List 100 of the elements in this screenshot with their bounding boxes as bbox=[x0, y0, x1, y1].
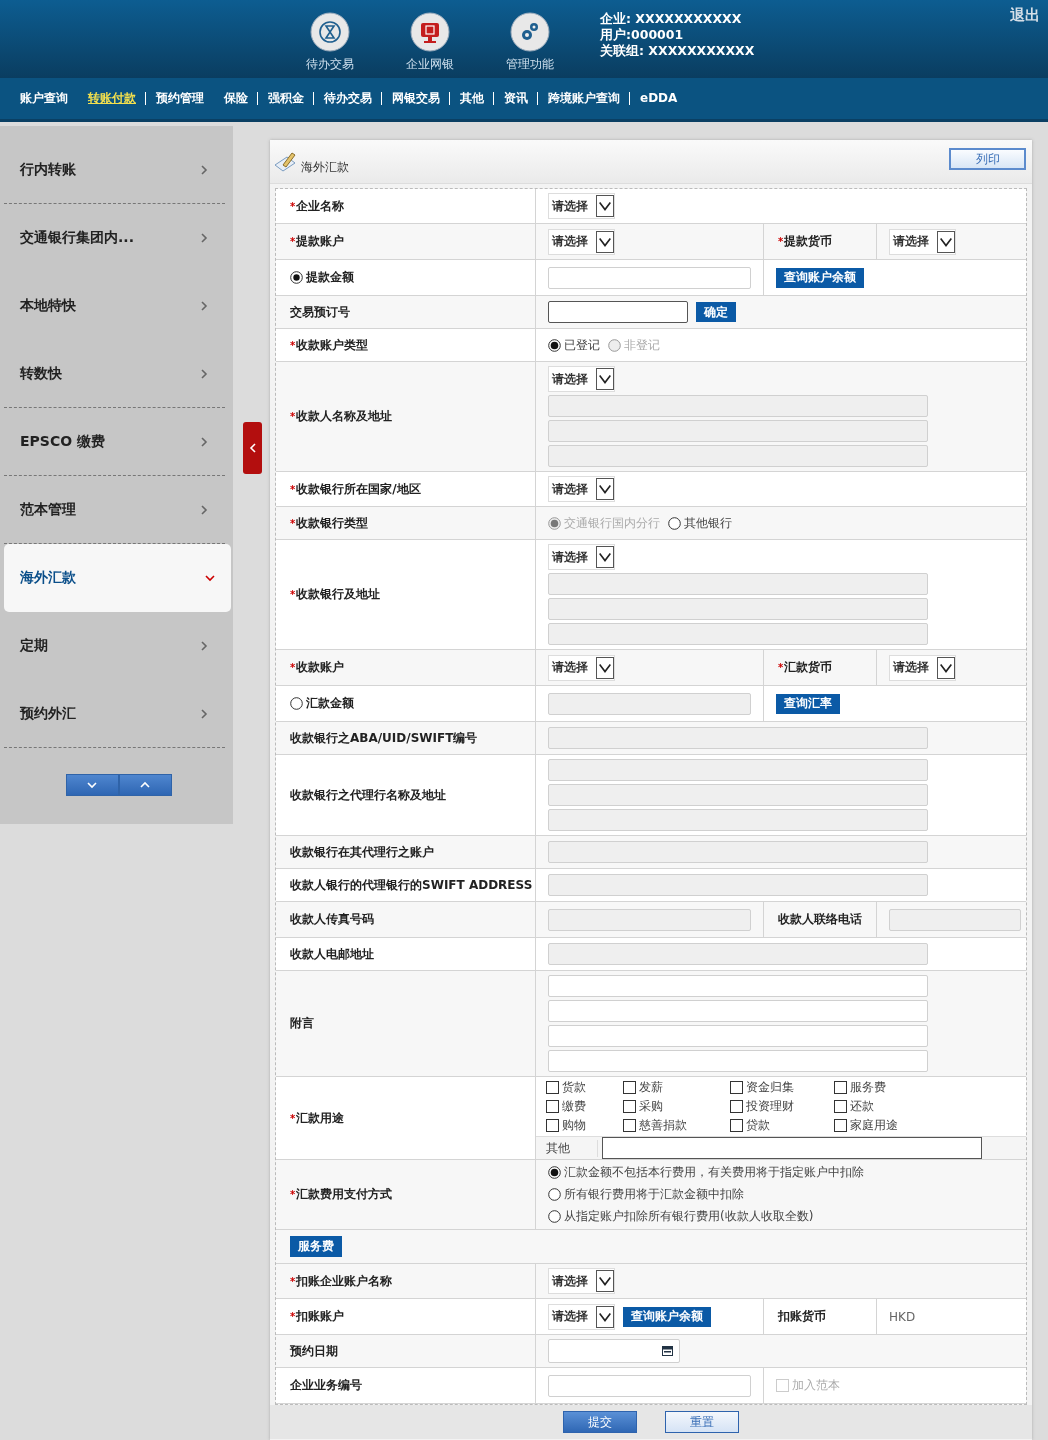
nav-link[interactable]: 保险 bbox=[220, 92, 258, 105]
checkbox-option[interactable]: 购物 bbox=[546, 1117, 623, 1134]
chevron-icon bbox=[247, 443, 258, 453]
caret-icon bbox=[596, 368, 614, 390]
radio-option[interactable]: 其他银行 bbox=[668, 514, 732, 532]
radio-option[interactable]: 所有银行费用将于汇款金额中扣除 bbox=[548, 1186, 744, 1203]
user-info: 企业: XXXXXXXXXXX bbox=[600, 11, 743, 27]
required-mark: * bbox=[290, 662, 296, 673]
checkbox-option[interactable]: 缴费 bbox=[546, 1098, 623, 1115]
field-label: 汇款货币 bbox=[784, 659, 833, 676]
select-dropdown[interactable]: 请选择 bbox=[548, 193, 615, 219]
nav-link[interactable]: 账户查询 bbox=[16, 92, 78, 105]
query-button[interactable]: 确定 bbox=[696, 302, 736, 322]
select-dropdown[interactable]: 请选择 bbox=[889, 228, 956, 255]
pencil-icon bbox=[273, 150, 297, 173]
sidebar-item[interactable]: 定期 bbox=[4, 612, 225, 680]
sidebar-item[interactable]: 交通银行集团内... bbox=[4, 204, 225, 272]
caret-icon bbox=[596, 1270, 614, 1292]
gears-icon bbox=[510, 12, 550, 52]
required-mark: * bbox=[290, 517, 296, 529]
field-label: 汇款金额 bbox=[306, 695, 354, 712]
query-button[interactable]: 查询汇率 bbox=[776, 693, 840, 714]
field-label: 收款银行及地址 bbox=[296, 586, 381, 603]
submit-button[interactable]: 提交 bbox=[563, 1411, 637, 1433]
field-label: 收款账户 bbox=[296, 659, 345, 676]
nav-link[interactable]: 预约管理 bbox=[152, 92, 214, 105]
collapse-button[interactable] bbox=[243, 422, 262, 474]
nav-link[interactable]: 强积金 bbox=[264, 92, 314, 105]
calendar-icon bbox=[662, 1346, 673, 1356]
caret-icon bbox=[596, 195, 614, 217]
scroll-down-button[interactable] bbox=[65, 774, 119, 796]
logout-link[interactable]: 退出 bbox=[1010, 6, 1040, 25]
select-dropdown[interactable]: 请选择 bbox=[548, 654, 615, 681]
required-mark: * bbox=[778, 662, 784, 673]
select-dropdown[interactable]: 请选择 bbox=[548, 544, 615, 570]
radio-option[interactable]: 汇款金额不包括本行费用，有关费用将于指定账户中扣除 bbox=[548, 1164, 864, 1181]
select-dropdown[interactable]: 请选择 bbox=[889, 654, 956, 681]
field-label: 预约日期 bbox=[290, 1342, 338, 1360]
hourglass-icon bbox=[310, 12, 350, 52]
caret-icon bbox=[596, 656, 614, 679]
required-mark: * bbox=[290, 236, 296, 247]
field-label: 企业名称 bbox=[296, 197, 345, 215]
user-info: 关联组: XXXXXXXXXXX bbox=[600, 43, 755, 59]
checkbox-option[interactable]: 发薪 bbox=[623, 1079, 730, 1096]
caret-icon bbox=[596, 478, 614, 500]
checkbox-option[interactable]: 货款 bbox=[546, 1079, 623, 1096]
sidebar-item[interactable]: 预约外汇 bbox=[4, 680, 225, 748]
scroll-up-button[interactable] bbox=[118, 774, 172, 796]
checkbox-option[interactable]: 慈善捐款 bbox=[623, 1117, 730, 1134]
field-label: 汇款用途 bbox=[296, 1109, 345, 1127]
app-shortcut[interactable]: 管理功能 bbox=[480, 0, 580, 73]
monitor-icon bbox=[410, 12, 450, 52]
field-label: 收款银行在其代理行之账户 bbox=[290, 843, 434, 861]
app-shortcut[interactable]: 待办交易 bbox=[280, 0, 380, 73]
sidebar-item[interactable]: EPSCO 缴费 bbox=[4, 408, 225, 476]
nav-link[interactable]: 待办交易 bbox=[320, 92, 382, 105]
checkbox-option[interactable]: 还款 bbox=[834, 1098, 934, 1115]
radio-icon[interactable] bbox=[290, 697, 303, 710]
select-dropdown[interactable]: 请选择 bbox=[548, 476, 615, 502]
nav-link[interactable]: 资讯 bbox=[500, 92, 538, 105]
field-label: 交易预订号 bbox=[290, 303, 350, 321]
nav-link[interactable]: eDDA bbox=[636, 92, 688, 105]
print-button[interactable]: 列印 bbox=[949, 147, 1026, 170]
radio-option[interactable]: 从指定账户扣除所有银行费用(收款人收取全数) bbox=[548, 1208, 814, 1225]
field-label: 收款银行类型 bbox=[296, 514, 369, 532]
query-button[interactable]: 查询账户余额 bbox=[776, 267, 864, 288]
app-shortcut[interactable]: 企业网银 bbox=[380, 0, 480, 73]
chevron-icon bbox=[140, 780, 150, 790]
radio-icon[interactable] bbox=[290, 271, 303, 284]
text-field[interactable] bbox=[548, 301, 688, 323]
text-field[interactable] bbox=[602, 1137, 982, 1159]
sidebar-item[interactable]: 转数快 bbox=[4, 340, 225, 408]
checkbox-option[interactable]: 采购 bbox=[623, 1098, 730, 1115]
chevron-icon bbox=[199, 164, 209, 175]
nav-link[interactable]: 转账付款 bbox=[84, 92, 146, 105]
date-field[interactable] bbox=[548, 1339, 680, 1363]
field-label: 提款货币 bbox=[784, 233, 833, 250]
checkbox-option[interactable]: 家庭用途 bbox=[834, 1117, 934, 1134]
sidebar-item[interactable]: 行内转账 bbox=[4, 136, 225, 204]
radio-option[interactable]: 已登记 bbox=[548, 336, 600, 354]
required-mark: * bbox=[290, 411, 296, 422]
checkbox-option[interactable]: 服务费 bbox=[834, 1079, 934, 1096]
reset-button[interactable]: 重置 bbox=[665, 1411, 739, 1433]
nav-link[interactable]: 跨境账户查询 bbox=[544, 92, 630, 105]
field-label: 收款人联络电话 bbox=[778, 911, 862, 928]
select-dropdown[interactable]: 请选择 bbox=[548, 1268, 615, 1294]
checkbox-option[interactable]: 投资理财 bbox=[730, 1098, 834, 1115]
nav-link[interactable]: 其他 bbox=[456, 92, 494, 105]
checkbox-option[interactable]: 贷款 bbox=[730, 1117, 834, 1134]
caret-icon bbox=[937, 230, 955, 253]
select-dropdown[interactable]: 请选择 bbox=[548, 366, 615, 392]
sidebar-item[interactable]: 本地特快 bbox=[4, 272, 225, 340]
required-mark: * bbox=[290, 1275, 296, 1287]
query-button[interactable]: 查询账户余额 bbox=[623, 1306, 711, 1327]
nav-link[interactable]: 网银交易 bbox=[388, 92, 450, 105]
select-dropdown[interactable]: 请选择 bbox=[548, 228, 615, 255]
field-label: 扣账企业账户名称 bbox=[296, 1272, 393, 1290]
select-dropdown[interactable]: 请选择 bbox=[548, 1303, 615, 1330]
checkbox-option[interactable]: 资金归集 bbox=[730, 1079, 834, 1096]
sidebar-item[interactable]: 海外汇款 bbox=[4, 544, 231, 612]
